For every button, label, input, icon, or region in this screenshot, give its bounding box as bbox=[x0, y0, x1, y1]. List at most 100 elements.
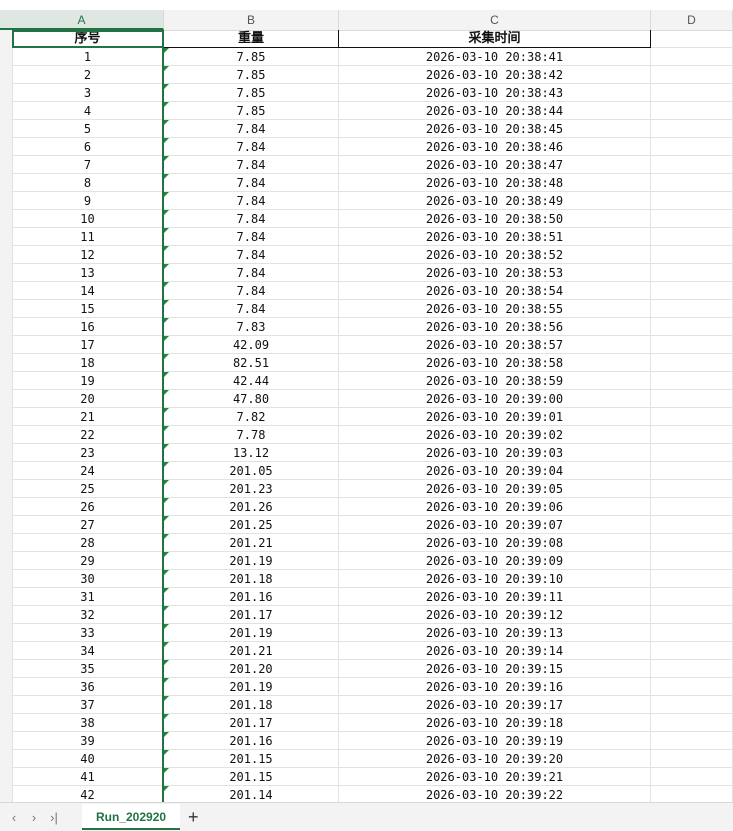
cell-seq[interactable]: 16 bbox=[12, 318, 164, 336]
cell-time[interactable]: 2026-03-10 20:38:59 bbox=[339, 372, 651, 390]
empty-cell[interactable] bbox=[651, 696, 733, 714]
empty-cell[interactable] bbox=[651, 120, 733, 138]
cell-weight[interactable]: 7.84 bbox=[164, 264, 339, 282]
cell-weight[interactable]: 201.21 bbox=[164, 642, 339, 660]
empty-cell[interactable] bbox=[651, 408, 733, 426]
cell-weight[interactable]: 201.21 bbox=[164, 534, 339, 552]
cell-weight[interactable]: 201.26 bbox=[164, 498, 339, 516]
empty-cell[interactable] bbox=[651, 246, 733, 264]
cell-weight[interactable]: 201.19 bbox=[164, 678, 339, 696]
cell-weight[interactable]: 82.51 bbox=[164, 354, 339, 372]
empty-cell[interactable] bbox=[651, 228, 733, 246]
cell-seq[interactable]: 37 bbox=[12, 696, 164, 714]
empty-cell[interactable] bbox=[651, 516, 733, 534]
cell-seq[interactable]: 23 bbox=[12, 444, 164, 462]
empty-cell[interactable] bbox=[651, 498, 733, 516]
cell-weight[interactable]: 201.25 bbox=[164, 516, 339, 534]
cell-seq[interactable]: 10 bbox=[12, 210, 164, 228]
cell-weight[interactable]: 7.84 bbox=[164, 156, 339, 174]
scroll-tabs-right-icon[interactable]: › bbox=[24, 810, 44, 825]
cell-seq[interactable]: 42 bbox=[12, 786, 164, 802]
cell-weight[interactable]: 7.84 bbox=[164, 192, 339, 210]
cell-time[interactable]: 2026-03-10 20:39:00 bbox=[339, 390, 651, 408]
cell-weight[interactable]: 7.84 bbox=[164, 174, 339, 192]
cell-seq[interactable]: 34 bbox=[12, 642, 164, 660]
cell-time[interactable]: 2026-03-10 20:39:14 bbox=[339, 642, 651, 660]
empty-cell[interactable] bbox=[651, 66, 733, 84]
cell-time[interactable]: 2026-03-10 20:38:45 bbox=[339, 120, 651, 138]
cell-seq[interactable]: 7 bbox=[12, 156, 164, 174]
cell-time[interactable]: 2026-03-10 20:38:50 bbox=[339, 210, 651, 228]
header-cell-weight[interactable]: 重量 bbox=[164, 30, 339, 48]
cell-time[interactable]: 2026-03-10 20:39:09 bbox=[339, 552, 651, 570]
cell-time[interactable]: 2026-03-10 20:38:42 bbox=[339, 66, 651, 84]
cell-weight[interactable]: 7.85 bbox=[164, 102, 339, 120]
cell-seq[interactable]: 32 bbox=[12, 606, 164, 624]
empty-cell[interactable] bbox=[651, 678, 733, 696]
column-header-b[interactable]: B bbox=[164, 10, 339, 30]
empty-cell[interactable] bbox=[651, 264, 733, 282]
cell-weight[interactable]: 201.16 bbox=[164, 732, 339, 750]
cell-weight[interactable]: 7.85 bbox=[164, 84, 339, 102]
header-cell-time[interactable]: 采集时间 bbox=[339, 30, 651, 48]
cell-weight[interactable]: 13.12 bbox=[164, 444, 339, 462]
cell-weight[interactable]: 201.18 bbox=[164, 696, 339, 714]
cell-time[interactable]: 2026-03-10 20:38:43 bbox=[339, 84, 651, 102]
empty-cell[interactable] bbox=[651, 48, 733, 66]
cell-weight[interactable]: 201.14 bbox=[164, 786, 339, 802]
column-header-d[interactable]: D bbox=[651, 10, 733, 30]
empty-cell[interactable] bbox=[651, 372, 733, 390]
cell-seq[interactable]: 2 bbox=[12, 66, 164, 84]
cell-time[interactable]: 2026-03-10 20:39:07 bbox=[339, 516, 651, 534]
empty-cell[interactable] bbox=[651, 300, 733, 318]
cell-time[interactable]: 2026-03-10 20:38:55 bbox=[339, 300, 651, 318]
cell-seq[interactable]: 28 bbox=[12, 534, 164, 552]
cell-seq[interactable]: 4 bbox=[12, 102, 164, 120]
cell-weight[interactable]: 7.85 bbox=[164, 48, 339, 66]
cell-time[interactable]: 2026-03-10 20:39:05 bbox=[339, 480, 651, 498]
cell-time[interactable]: 2026-03-10 20:39:01 bbox=[339, 408, 651, 426]
cell-seq[interactable]: 12 bbox=[12, 246, 164, 264]
empty-cell[interactable] bbox=[651, 156, 733, 174]
empty-cell[interactable] bbox=[651, 660, 733, 678]
cell-seq[interactable]: 6 bbox=[12, 138, 164, 156]
cell-time[interactable]: 2026-03-10 20:38:53 bbox=[339, 264, 651, 282]
empty-cell[interactable] bbox=[651, 84, 733, 102]
cell-seq[interactable]: 1 bbox=[12, 48, 164, 66]
cell-weight[interactable]: 201.05 bbox=[164, 462, 339, 480]
cell-time[interactable]: 2026-03-10 20:39:02 bbox=[339, 426, 651, 444]
empty-cell[interactable] bbox=[651, 606, 733, 624]
cell-seq[interactable]: 11 bbox=[12, 228, 164, 246]
cell-seq[interactable]: 20 bbox=[12, 390, 164, 408]
cell-weight[interactable]: 201.23 bbox=[164, 480, 339, 498]
cell-weight[interactable]: 201.17 bbox=[164, 714, 339, 732]
cell-weight[interactable]: 201.20 bbox=[164, 660, 339, 678]
cell-time[interactable]: 2026-03-10 20:39:15 bbox=[339, 660, 651, 678]
empty-cell[interactable] bbox=[651, 552, 733, 570]
cell-time[interactable]: 2026-03-10 20:39:08 bbox=[339, 534, 651, 552]
sheet-tab-active[interactable]: Run_202920 bbox=[82, 804, 181, 830]
empty-cell[interactable] bbox=[651, 642, 733, 660]
cell-time[interactable]: 2026-03-10 20:38:49 bbox=[339, 192, 651, 210]
cell-weight[interactable]: 201.15 bbox=[164, 750, 339, 768]
cell-seq[interactable]: 31 bbox=[12, 588, 164, 606]
column-header-a[interactable]: A bbox=[0, 10, 164, 30]
cell-weight[interactable]: 201.18 bbox=[164, 570, 339, 588]
empty-cell[interactable] bbox=[651, 354, 733, 372]
cell-time[interactable]: 2026-03-10 20:39:21 bbox=[339, 768, 651, 786]
cell-time[interactable]: 2026-03-10 20:39:16 bbox=[339, 678, 651, 696]
cell-seq[interactable]: 9 bbox=[12, 192, 164, 210]
cell-seq[interactable]: 3 bbox=[12, 84, 164, 102]
empty-cell[interactable] bbox=[651, 426, 733, 444]
cell-time[interactable]: 2026-03-10 20:39:04 bbox=[339, 462, 651, 480]
cell-seq[interactable]: 27 bbox=[12, 516, 164, 534]
cell-time[interactable]: 2026-03-10 20:38:57 bbox=[339, 336, 651, 354]
cell-time[interactable]: 2026-03-10 20:39:03 bbox=[339, 444, 651, 462]
cell-seq[interactable]: 30 bbox=[12, 570, 164, 588]
cell-time[interactable]: 2026-03-10 20:39:19 bbox=[339, 732, 651, 750]
cell-seq[interactable]: 35 bbox=[12, 660, 164, 678]
cell-weight[interactable]: 7.84 bbox=[164, 120, 339, 138]
empty-cell[interactable] bbox=[651, 480, 733, 498]
cell-weight[interactable]: 201.19 bbox=[164, 552, 339, 570]
cell-weight[interactable]: 7.84 bbox=[164, 300, 339, 318]
